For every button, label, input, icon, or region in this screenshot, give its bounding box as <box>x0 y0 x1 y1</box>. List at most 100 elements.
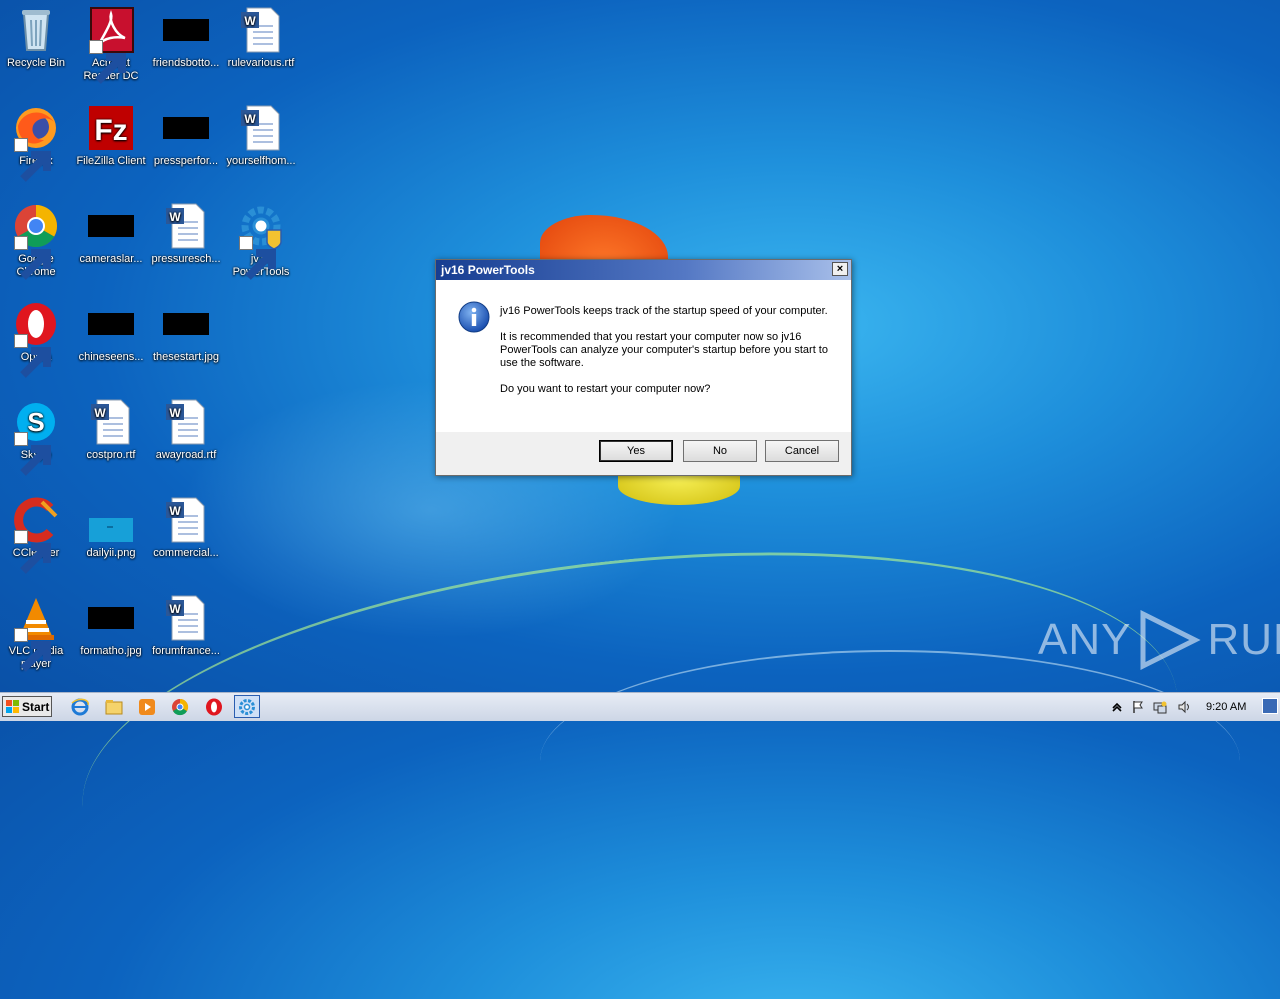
black-thumbnail-icon <box>163 313 209 335</box>
desktop-icon-cameraslar[interactable]: cameraslar... <box>73 202 149 266</box>
desktop-icon-opera[interactable]: Opera <box>0 300 74 378</box>
skype-icon: S <box>12 398 60 476</box>
desktop-icon-acrobat[interactable]: Acrobat Reader DC <box>73 6 149 84</box>
word-document-icon: W <box>237 104 285 152</box>
black-thumbnail-icon <box>88 215 134 237</box>
dialog-title: jv16 PowerTools <box>441 263 535 277</box>
cancel-button[interactable]: Cancel <box>765 440 839 462</box>
desktop-icon-skype[interactable]: S Skype <box>0 398 74 476</box>
start-label: Start <box>22 699 50 714</box>
chrome-icon <box>12 202 60 280</box>
jv16-icon <box>237 202 285 280</box>
desktop-icon-chrome[interactable]: Google Chrome <box>0 202 74 280</box>
desktop-icon-yourselfhom[interactable]: W yourselfhom... <box>223 104 299 168</box>
ccleaner-icon <box>12 496 60 574</box>
black-thumbnail-icon <box>88 313 134 335</box>
desktop-icon-vlc[interactable]: VLC media player <box>0 594 74 672</box>
flag-icon[interactable] <box>1131 700 1145 714</box>
desktop-icon-ccleaner[interactable]: CCleaner <box>0 496 74 574</box>
taskbar-media-player[interactable] <box>137 697 157 717</box>
shortcut-arrow-icon <box>14 236 51 280</box>
svg-text:W: W <box>169 406 181 420</box>
folder-icon <box>105 700 123 715</box>
info-icon <box>458 301 490 333</box>
wallpaper-arc-2 <box>540 650 1240 872</box>
svg-text:W: W <box>169 504 181 518</box>
word-document-icon: W <box>162 398 210 446</box>
desktop-icon-costpro[interactable]: W costpro.rtf <box>73 398 149 462</box>
clock[interactable]: 9:20 AM <box>1206 701 1246 713</box>
word-document-icon: W <box>87 398 135 446</box>
taskbar-chrome[interactable] <box>170 697 190 717</box>
svg-text:W: W <box>244 14 256 28</box>
desktop-icon-rulevarious[interactable]: W rulevarious.rtf <box>223 6 299 70</box>
desktop-icon-label: forumfrance... <box>152 645 220 657</box>
desktop-icon-label: rulevarious.rtf <box>227 57 295 69</box>
chrome-icon <box>172 698 189 716</box>
desktop-icon-label: FileZilla Client <box>76 155 146 167</box>
restart-dialog: jv16 PowerTools × jv16 PowerTools keeps … <box>435 259 852 476</box>
jv16-icon <box>239 699 255 715</box>
desktop-icon-label: pressuresch... <box>151 253 221 265</box>
desktop-icon-pressperfor[interactable]: pressperfor... <box>148 104 224 168</box>
image-thumbnail-icon <box>87 496 135 544</box>
desktop-icon-recycle-bin[interactable]: Recycle Bin <box>0 6 74 70</box>
recycle-bin-icon <box>12 6 60 54</box>
desktop-icon-label: costpro.rtf <box>86 449 136 461</box>
svg-text:Fz: Fz <box>94 114 127 147</box>
volume-icon[interactable] <box>1177 700 1191 714</box>
black-thumbnail-icon <box>163 19 209 41</box>
firefox-icon <box>12 104 60 182</box>
media-player-icon <box>139 699 155 715</box>
close-button[interactable]: × <box>832 262 848 276</box>
start-button[interactable]: Start <box>2 696 52 717</box>
word-document-icon: W <box>162 202 210 250</box>
vlc-icon <box>12 594 60 672</box>
desktop-icon-forumfrance[interactable]: W forumfrance... <box>148 594 224 658</box>
dialog-message: jv16 PowerTools keeps track of the start… <box>500 305 830 409</box>
message-line-3: Do you want to restart your computer now… <box>500 383 711 395</box>
desktop-icon-label: thesestart.jpg <box>152 351 220 363</box>
internet-explorer-icon <box>71 698 89 716</box>
desktop-icon-chineseens[interactable]: chineseens... <box>73 300 149 364</box>
yes-button[interactable]: Yes <box>599 440 673 462</box>
desktop-icon-awayroad[interactable]: W awayroad.rtf <box>148 398 224 462</box>
word-document-icon: W <box>237 6 285 54</box>
network-icon[interactable] <box>1153 700 1167 714</box>
acrobat-icon <box>87 6 135 84</box>
shortcut-arrow-icon <box>239 236 276 280</box>
shortcut-arrow-icon <box>14 334 51 378</box>
desktop-icon-filezilla[interactable]: Fz FileZilla Client <box>73 104 149 168</box>
taskbar-explorer[interactable] <box>104 697 124 717</box>
desktop-icon-label: chineseens... <box>78 351 144 363</box>
dialog-body: jv16 PowerTools keeps track of the start… <box>436 280 851 432</box>
no-button[interactable]: No <box>683 440 757 462</box>
desktop-icon-commercial[interactable]: W commercial... <box>148 496 224 560</box>
chevron-up-icon[interactable] <box>1110 700 1124 714</box>
desktop-icon-friendsbotto[interactable]: friendsbotto... <box>148 6 224 70</box>
show-desktop-button[interactable] <box>1262 698 1278 714</box>
desktop-icon-pressuresch[interactable]: W pressuresch... <box>148 202 224 266</box>
dialog-titlebar[interactable]: jv16 PowerTools × <box>436 260 851 280</box>
filezilla-icon: Fz <box>87 104 135 152</box>
black-thumbnail-icon <box>88 607 134 629</box>
desktop-icon-label: Recycle Bin <box>6 57 66 69</box>
taskbar-jv16[interactable] <box>234 695 260 718</box>
desktop-icon-formatho[interactable]: formatho.jpg <box>73 594 149 658</box>
svg-text:W: W <box>94 406 106 420</box>
desktop-icon-label: cameraslar... <box>79 253 143 265</box>
taskbar-ie[interactable] <box>70 697 90 717</box>
desktop-icon-firefox[interactable]: Firefox <box>0 104 74 182</box>
shortcut-arrow-icon <box>14 628 51 672</box>
desktop-icon-label: pressperfor... <box>153 155 219 167</box>
desktop-icon-jv16[interactable]: jv16 PowerTools <box>223 202 299 280</box>
shortcut-arrow-icon <box>14 138 51 182</box>
taskbar-opera[interactable] <box>204 697 224 717</box>
svg-text:W: W <box>169 210 181 224</box>
black-thumbnail-icon <box>163 117 209 139</box>
desktop-icon-label: dailyii.png <box>86 547 136 559</box>
word-document-icon: W <box>162 496 210 544</box>
desktop-icon-label: formatho.jpg <box>80 645 142 657</box>
desktop-icon-thesestart[interactable]: thesestart.jpg <box>148 300 224 364</box>
desktop-icon-dailyii[interactable]: dailyii.png <box>73 496 149 560</box>
